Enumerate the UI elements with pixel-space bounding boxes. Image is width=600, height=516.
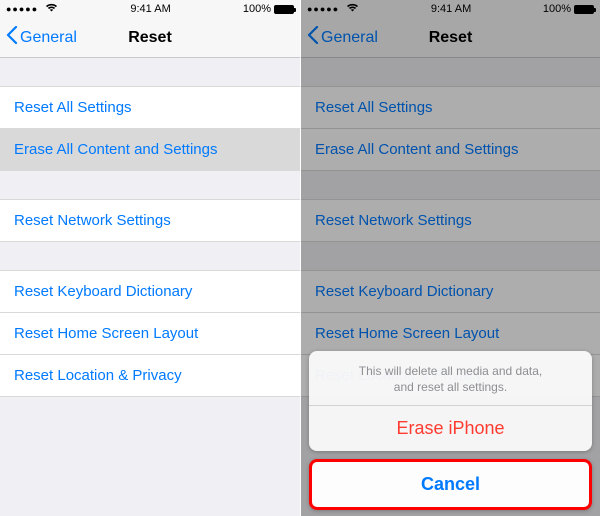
back-label: General	[20, 29, 77, 47]
action-sheet-box: This will delete all media and data, and…	[309, 351, 592, 451]
reset-location-privacy[interactable]: Reset Location & Privacy	[0, 355, 300, 397]
page-title: Reset	[128, 29, 172, 47]
screen-right: ●●●●● 9:41 AM 100% General Reset Reset A…	[300, 0, 600, 516]
erase-iphone-button[interactable]: Erase iPhone	[309, 405, 592, 451]
screen-left: ●●●●● 9:41 AM 100% General Reset Reset A…	[0, 0, 300, 516]
back-button[interactable]: General	[6, 18, 77, 57]
battery-indicator: 100%	[243, 3, 294, 15]
chevron-left-icon	[6, 26, 18, 49]
action-sheet: This will delete all media and data, and…	[309, 351, 592, 510]
erase-all-content[interactable]: Erase All Content and Settings	[0, 129, 300, 171]
group-2: Reset Network Settings	[0, 199, 300, 242]
battery-icon	[274, 5, 294, 14]
reset-all-settings[interactable]: Reset All Settings	[0, 86, 300, 129]
cancel-button[interactable]: Cancel	[309, 459, 592, 510]
group-3: Reset Keyboard Dictionary Reset Home Scr…	[0, 270, 300, 397]
status-bar: ●●●●● 9:41 AM 100%	[0, 0, 300, 18]
group-1: Reset All Settings Erase All Content and…	[0, 86, 300, 171]
action-sheet-message: This will delete all media and data, and…	[309, 351, 592, 405]
reset-network-settings[interactable]: Reset Network Settings	[0, 199, 300, 242]
status-time: 9:41 AM	[130, 3, 170, 15]
reset-home-screen-layout[interactable]: Reset Home Screen Layout	[0, 313, 300, 355]
reset-keyboard-dictionary[interactable]: Reset Keyboard Dictionary	[0, 270, 300, 313]
signal-dots: ●●●●●	[6, 3, 58, 15]
nav-bar: General Reset	[0, 18, 300, 58]
wifi-icon	[45, 3, 58, 15]
